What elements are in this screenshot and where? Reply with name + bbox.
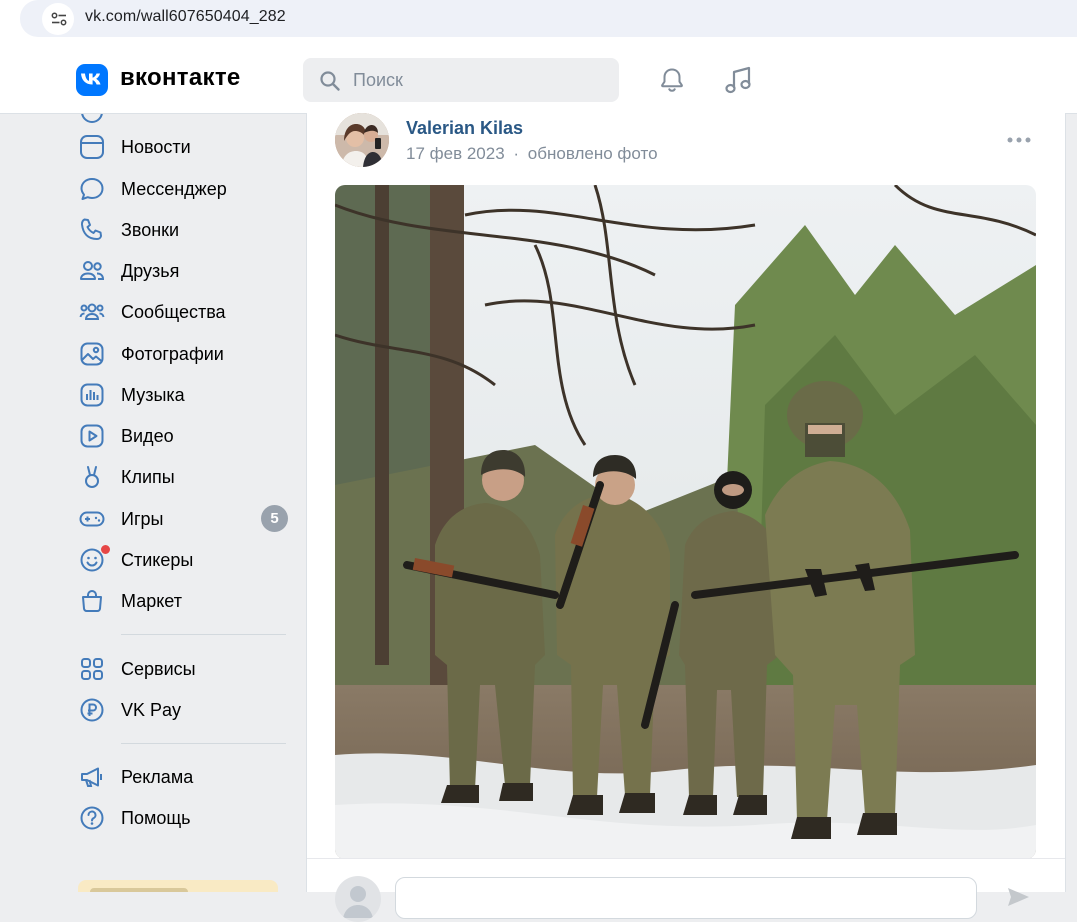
sidebar-item-label: Видео [121, 426, 174, 446]
left-sidebar: Новости Мессенджер Звонки Друзья Сообщес… [0, 114, 305, 892]
sidebar-item-music[interactable]: Музыка [78, 375, 290, 411]
sidebar-item-games[interactable]: Игры 5 [78, 499, 290, 535]
sidebar-item-label: Звонки [121, 220, 180, 240]
clips-icon [85, 466, 99, 488]
brand-name[interactable]: вконтакте [120, 64, 241, 92]
sidebar-item-label: Маркет [121, 591, 182, 611]
browser-address-bar: vk.com/wall607650404_282 [0, 0, 1077, 46]
wall-post: Valerian Kilas 17 фев 2023 · обновлено ф… [306, 113, 1066, 922]
post-action-text: обновлено фото [527, 144, 658, 163]
comment-input[interactable] [395, 877, 977, 919]
video-icon [80, 424, 104, 448]
sidebar-item-label: Клипы [121, 467, 175, 487]
sidebar-item-ads[interactable]: Реклама [78, 757, 290, 793]
friends-icon [80, 261, 105, 280]
sidebar-item-news[interactable]: Новости [78, 127, 290, 163]
meta-separator: · [513, 144, 520, 163]
sidebar-item-label: Друзья [121, 261, 180, 281]
search-input[interactable]: Поиск [303, 58, 619, 102]
new-indicator-dot [100, 544, 111, 555]
games-count-badge: 5 [261, 505, 288, 532]
sidebar-item-label: Игры [121, 509, 164, 529]
sidebar-item-friends[interactable]: Друзья [78, 251, 290, 287]
sidebar-item-clips[interactable]: Клипы [78, 457, 290, 493]
sidebar-item-stickers[interactable]: Стикеры [78, 540, 290, 576]
sidebar-item-label: Новости [121, 137, 191, 157]
sidebar-item-label: Помощь [121, 808, 191, 828]
send-icon[interactable] [1004, 883, 1032, 911]
sidebar-item-label: Фотографии [121, 344, 224, 364]
sidebar-item-video[interactable]: Видео [78, 416, 290, 452]
music-icon [80, 383, 104, 407]
sidebar-item-calls[interactable]: Звонки [78, 210, 290, 246]
comment-divider [307, 858, 1065, 859]
more-options-icon[interactable] [1007, 135, 1031, 145]
promo-banner[interactable] [78, 880, 278, 892]
post-photo[interactable] [335, 185, 1036, 859]
services-icon [81, 658, 103, 680]
ads-icon [81, 767, 102, 787]
notifications-bell-icon[interactable] [658, 66, 686, 94]
post-meta: 17 фев 2023 · обновлено фото [406, 144, 658, 164]
sidebar-item-market[interactable]: Маркет [78, 581, 290, 617]
sidebar-item-vkpay[interactable]: VK Pay [78, 690, 290, 726]
search-placeholder: Поиск [353, 70, 403, 90]
sidebar-item-label: Мессенджер [121, 179, 227, 199]
sidebar-item-partial[interactable] [78, 114, 290, 128]
phone-icon [80, 218, 102, 240]
games-icon [79, 511, 105, 527]
vkpay-icon [80, 698, 104, 722]
messenger-icon [80, 178, 104, 200]
sidebar-item-help[interactable]: Помощь [78, 798, 290, 834]
communities-icon [79, 303, 105, 320]
current-user-avatar [335, 876, 381, 922]
url-text[interactable]: vk.com/wall607650404_282 [85, 8, 286, 26]
search-icon [320, 71, 340, 91]
news-icon [80, 135, 104, 159]
site-header: вконтакте Поиск [0, 46, 1077, 114]
post-author-link[interactable]: Valerian Kilas [406, 118, 523, 139]
sidebar-item-label: Реклама [121, 767, 194, 787]
photos-icon [80, 342, 104, 366]
help-icon [80, 806, 104, 830]
post-date[interactable]: 17 фев 2023 [406, 144, 505, 163]
sidebar-item-communities[interactable]: Сообщества [78, 292, 290, 328]
sidebar-divider [121, 743, 286, 744]
site-info-icon[interactable] [42, 3, 74, 35]
sidebar-item-label: Стикеры [121, 550, 194, 570]
market-icon [82, 590, 102, 612]
sidebar-item-messenger[interactable]: Мессенджер [78, 169, 290, 205]
sidebar-item-label: Сообщества [121, 302, 226, 322]
sidebar-item-services[interactable]: Сервисы [78, 649, 290, 685]
sidebar-divider [121, 634, 286, 635]
sidebar-item-label: Музыка [121, 385, 185, 405]
vk-logo-icon[interactable] [76, 64, 108, 96]
sidebar-item-photos[interactable]: Фотографии [78, 334, 290, 370]
sidebar-item-label: Сервисы [121, 659, 196, 679]
sidebar-item-label: VK Pay [121, 700, 182, 720]
url-bar[interactable]: vk.com/wall607650404_282 [20, 0, 1077, 37]
music-player-icon[interactable] [723, 64, 753, 96]
author-avatar[interactable] [335, 113, 389, 167]
